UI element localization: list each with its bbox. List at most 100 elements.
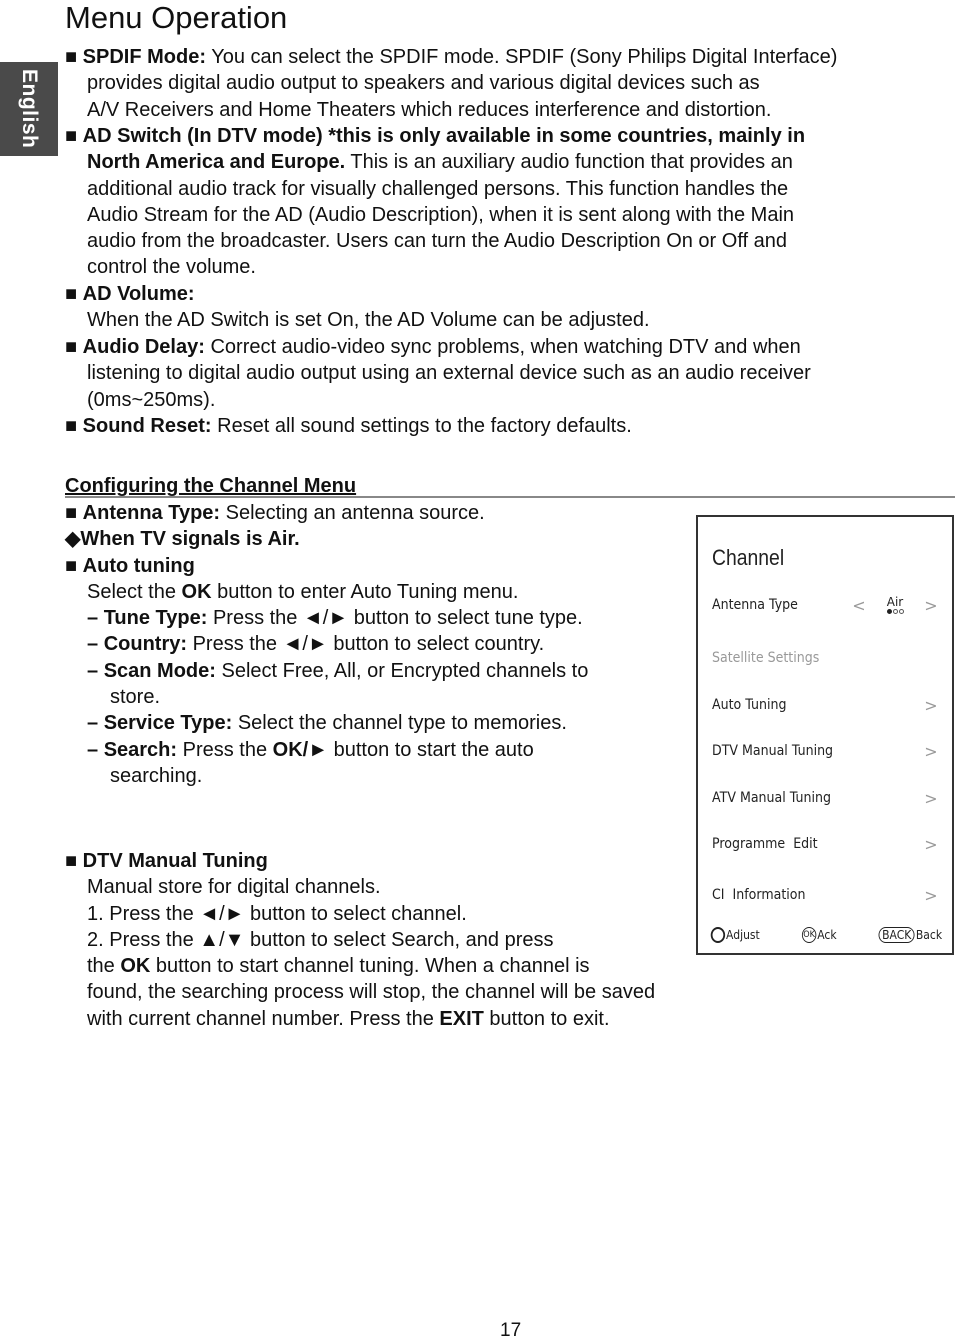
step-label: Scan Mode: — [103, 659, 216, 682]
menu-item-atv-manual-tuning[interactable]: ATV Manual Tuning > — [712, 787, 938, 809]
dash: – — [87, 738, 104, 761]
ack-label: Ack — [816, 928, 837, 942]
menu-item-antenna-type[interactable]: Antenna Type < Air > — [712, 594, 938, 616]
chevron-right-icon: > — [924, 834, 938, 854]
ok-button-icon: OK — [801, 927, 816, 943]
bullet-icon: ■ — [65, 415, 78, 437]
chevron-right-icon: > — [924, 885, 938, 905]
step-text: store. — [110, 686, 161, 709]
dtv-manual-tuning-item: ■ DTV Manual Tuning Manual store for dig… — [65, 848, 655, 1032]
back-label: Back — [916, 928, 943, 942]
bullet-icon: ■ — [65, 554, 78, 577]
ok-key-ref: OK — [181, 580, 212, 603]
page-dots — [886, 609, 904, 614]
step-item: – Tune Type: Press the ◄/► button to sel… — [65, 605, 588, 631]
spdif-text: provides digital audio output to speaker… — [87, 72, 760, 95]
menu-item-label: Auto Tuning — [712, 697, 787, 713]
step-item: – Service Type: Select the channel type … — [65, 710, 588, 736]
channel-menu-screenshot: Channel Antenna Type < Air > Satellite S… — [696, 515, 954, 955]
dtv-manual-text: the — [87, 955, 121, 978]
ad-volume-text: When the AD Switch is set On, the AD Vol… — [87, 309, 650, 332]
menu-item-dtv-manual-tuning[interactable]: DTV Manual Tuning > — [712, 740, 938, 762]
ok-key-ref: OK/► — [272, 738, 329, 761]
step-item: – Search: Press the OK/► button to start… — [65, 737, 588, 763]
step-item: – Scan Mode: Select Free, All, or Encryp… — [65, 658, 588, 684]
menu-item-label: ATV Manual Tuning — [712, 790, 831, 806]
audio-delay-text: Correct audio-video sync problems, when … — [204, 336, 801, 358]
ad-volume-item: ■ AD Volume: When the AD Switch is set O… — [65, 281, 650, 334]
exit-key-ref: EXIT — [439, 1007, 484, 1030]
ad-switch-label: AD Switch (In DTV mode) *this is only av… — [82, 125, 806, 147]
menu-item-label: Satellite Settings — [712, 650, 820, 666]
bullet-icon: ■ — [65, 850, 78, 872]
dot-icon — [886, 609, 892, 614]
language-tab-label: English — [18, 69, 41, 149]
chevron-left-icon[interactable]: < — [852, 596, 866, 615]
dot-icon — [892, 609, 898, 614]
dpad-icon — [710, 927, 726, 943]
dash: – — [87, 633, 104, 656]
dtv-manual-text: 2. Press the ▲/▼ button to select Search… — [87, 928, 554, 951]
ok-key-ref: OK — [120, 955, 151, 978]
antenna-type-label: Antenna Type: — [82, 502, 221, 524]
dtv-manual-text: with current channel number. Press the — [87, 1007, 440, 1030]
menu-item-ci-information[interactable]: CI Information > — [712, 884, 938, 906]
ack-hint: OK Ack — [801, 927, 837, 943]
adjust-hint: Adjust — [710, 927, 760, 943]
page-number: 17 — [500, 1320, 522, 1341]
step-label: Search: — [103, 738, 178, 761]
ad-switch-text: This is an auxiliary audio function that… — [345, 151, 793, 174]
ad-switch-text: control the volume. — [87, 256, 256, 279]
spdif-text: A/V Receivers and Home Theaters which re… — [87, 98, 772, 121]
menu-item-auto-tuning[interactable]: Auto Tuning > — [712, 694, 938, 716]
chevron-right-icon: > — [924, 695, 938, 715]
bullet-icon: ■ — [65, 46, 78, 68]
chevron-right-icon[interactable]: > — [924, 596, 938, 615]
ad-volume-label: AD Volume: — [82, 283, 195, 305]
step-text: button to start the auto — [328, 738, 534, 761]
step-text: searching. — [110, 764, 203, 787]
sound-reset-label: Sound Reset: — [82, 415, 212, 437]
back-button-icon: BACK — [878, 927, 916, 943]
chevron-right-icon: > — [924, 741, 938, 761]
dtv-manual-text: 1. Press the ◄/► button to select channe… — [87, 902, 467, 925]
step-text: Select Free, All, or Encrypted channels … — [215, 659, 589, 682]
back-hint: BACK Back — [878, 927, 943, 943]
step-text: Press the — [177, 738, 273, 761]
sound-reset-item: ■ Sound Reset: Reset all sound settings … — [65, 413, 632, 439]
menu-item-label: Programme Edit — [712, 836, 818, 852]
spdif-text: You can select the SPDIF mode. SPDIF (So… — [206, 46, 838, 68]
dtv-manual-text: button to start channel tuning. When a c… — [150, 955, 590, 978]
spdif-mode-label: SPDIF Mode: — [82, 46, 206, 68]
language-tab: English — [0, 62, 58, 156]
chevron-right-icon: > — [924, 788, 938, 808]
menu-item-programme-edit[interactable]: Programme Edit > — [712, 833, 938, 855]
auto-tuning-text: Select the — [87, 580, 182, 603]
step-label: Tune Type: — [103, 607, 208, 630]
bullet-icon: ■ — [65, 283, 78, 305]
step-item: – Country: Press the ◄/► button to selec… — [65, 631, 588, 657]
air-note: When TV signals is Air. — [80, 528, 300, 551]
dash: – — [87, 607, 104, 630]
step-label: Country: — [103, 633, 188, 656]
auto-tuning-label: Auto tuning — [82, 554, 195, 577]
bullet-icon: ■ — [65, 125, 78, 147]
step-text: Press the ◄/► button to select country. — [187, 633, 545, 656]
menu-item-label: DTV Manual Tuning — [712, 743, 834, 759]
dtv-manual-text: Manual store for digital channels. — [87, 876, 381, 899]
menu-item-label: Antenna Type — [712, 597, 798, 613]
ad-switch-text: additional audio track for visually chal… — [87, 177, 789, 200]
adjust-label: Adjust — [726, 928, 760, 942]
menu-item-satellite-settings: Satellite Settings — [712, 647, 938, 669]
step-label: Service Type: — [103, 712, 233, 735]
antenna-type-item: ■ Antenna Type: Selecting an antenna sou… — [65, 500, 588, 789]
menu-item-label: CI Information — [712, 887, 806, 903]
diamond-icon: ◆ — [65, 528, 81, 551]
ad-switch-item: ■ AD Switch (In DTV mode) *this is only … — [65, 123, 805, 281]
audio-delay-item: ■ Audio Delay: Correct audio-video sync … — [65, 334, 811, 413]
sound-reset-text: Reset all sound settings to the factory … — [211, 415, 632, 437]
ad-switch-text: audio from the broadcaster. Users can tu… — [87, 230, 788, 253]
ad-switch-label: North America and Europe. — [87, 151, 346, 174]
dash: – — [87, 712, 104, 735]
antenna-type-text: Selecting an antenna source. — [220, 502, 485, 524]
